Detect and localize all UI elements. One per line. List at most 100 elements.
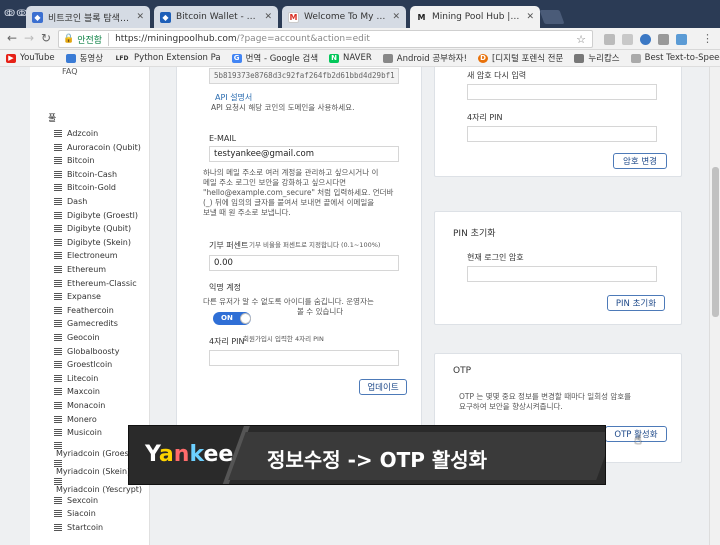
change-password-button[interactable]: 암호 변경 [613,153,667,169]
api-docs-link[interactable]: API 설명서 [215,92,252,103]
kebab-menu-icon[interactable]: ⋮ [702,32,713,45]
bookmark-forensic[interactable]: D [디지털 포렌식 전문 [478,52,563,64]
sidebar-coin-item[interactable]: Monacoin [54,401,105,410]
scrollbar-thumb[interactable] [712,167,719,317]
tab-bitcoin-wallet[interactable]: ◆ Bitcoin Wallet - Blockch ✕ [154,6,278,28]
page-scrollbar[interactable] [709,67,720,545]
api-note: API 요청시 해당 코인의 도메인을 사용하세요. [211,103,355,112]
close-tab-icon[interactable]: ✕ [526,12,534,22]
page-icon [382,53,393,63]
extension-icon[interactable] [604,34,615,45]
pin-field[interactable] [209,350,399,366]
sidebar-coin-item[interactable]: Gamecredits [54,319,118,328]
forward-arrow-icon[interactable]: → [24,31,34,45]
sidebar-coin-item[interactable]: Digibyte (Skein) [54,238,131,247]
sidebar-coin-item[interactable]: Geocoin [54,333,100,342]
folder-icon [65,53,76,63]
bookmark-python-ext[interactable]: LFD Python Extension Pa [114,53,221,63]
sidebar-coin-item[interactable]: Litecoin [54,374,98,383]
pin-reset-button[interactable]: PIN 초기화 [607,295,665,311]
sidebar-coin-item[interactable]: Auroracoin (Qubit) [54,143,141,152]
list-icon [54,402,62,409]
sidebar-coin-item[interactable]: Monero [54,415,97,424]
bookmark-video[interactable]: 동영상 [65,52,103,64]
bookmark-tts[interactable]: Best Text-to-Speech [630,53,720,63]
close-tab-icon[interactable]: ✕ [264,12,272,22]
list-icon [54,415,62,423]
google-icon: G [231,53,242,63]
sidebar-coin-item[interactable]: Digibyte (Qubit) [54,224,131,233]
gmail-icon: M [288,11,299,23]
secure-label: 안전함 [77,32,110,46]
api-key-field[interactable]: 5b819373e8768d3c92faf264fb2d61bbd4d29bf1 [209,68,399,84]
list-icon [54,477,62,485]
sidebar-coin-item[interactable]: Myriadcoin (Groestl) [56,449,137,458]
list-icon [54,496,62,504]
list-icon [54,279,62,287]
password-card: 새 암호 다시 입력 4자리 PIN 암호 변경 [434,67,682,177]
update-button[interactable]: 업데이트 [359,379,407,395]
close-tab-icon[interactable]: ✕ [392,12,400,22]
sidebar-coin-item[interactable]: Bitcoin-Gold [54,183,116,192]
bookmark-android[interactable]: Android 공부하자! [382,52,467,64]
bookmark-naver[interactable]: N NAVER [329,53,372,63]
sidebar-coin-item[interactable]: Expanse [54,292,101,301]
sidebar-coin-item[interactable]: Bitcoin [54,156,94,165]
confirm-password-label: 새 암호 다시 입력 [467,71,527,80]
sidebar-coin-item[interactable]: Groestlcoin [54,360,112,369]
extension-icon[interactable] [622,34,633,45]
address-bar[interactable]: 🔒 안전함 https://miningpoolhub.com/?page=ac… [58,30,593,48]
sidebar-coin-item[interactable]: Musicoin [54,428,102,437]
list-icon [54,334,62,341]
sidebar-coin-item[interactable]: Maxcoin [54,387,100,396]
sidebar-coin-item[interactable]: Feathercoin [54,306,114,315]
youtube-icon: ▶ [6,53,16,63]
sidebar-coin-item[interactable]: Ethereum [54,265,106,274]
sidebar-coin-item[interactable]: Siacoin [54,509,96,518]
extension-icon[interactable] [676,34,687,45]
sidebar-item-faq[interactable]: FAQ [62,67,78,76]
donation-field[interactable]: 0.00 [209,255,399,271]
tab-mining-pool-hub[interactable]: M Mining Pool Hub | Acco ✕ [410,6,540,28]
bookmarks-bar: ▶ YouTube 동영상 LFD Python Extension Pa G 번역 … [0,50,720,67]
password-pin-field[interactable] [467,126,657,142]
sidebar-coin-item[interactable]: Sexcoin [54,496,98,505]
bookmark-star-icon[interactable]: ☆ [576,33,586,46]
bookmark-google-translate[interactable]: G 번역 - Google 검색 [231,52,318,64]
list-icon [54,510,62,518]
bookmark-youtube[interactable]: ▶ YouTube [6,53,55,63]
bookmark-nuricops[interactable]: 누리캅스 [574,52,620,64]
email-help: 하나의 메일 주소로 여러 계정을 관리하고 싶으시거나 이 메일 주소 로그인… [203,168,394,217]
url-text: https://miningpoolhub.com/?page=account&… [115,34,370,44]
extension-icon[interactable] [658,34,669,45]
current-password-field[interactable] [467,266,657,282]
tab-gmail[interactable]: M Welcome To My Wallet ✕ [282,6,406,28]
new-tab-button[interactable] [539,10,565,24]
list-icon [54,170,62,178]
back-arrow-icon[interactable]: ← [7,31,17,45]
sidebar-coin-item[interactable]: Adzcoin [54,129,98,138]
sidebar-coin-item[interactable]: Ethereum-Classic [54,279,137,288]
anonymous-toggle[interactable]: ON [213,312,251,325]
confirm-password-field[interactable] [467,84,657,100]
hand-cursor-icon: ☝ [634,433,642,448]
sidebar-coin-item[interactable]: Globalboosty [54,347,119,356]
email-field[interactable]: testyankee@gmail.com [209,146,399,162]
sidebar-coin-item[interactable]: Electroneum [54,251,118,260]
sidebar-coin-item[interactable]: Dash [54,197,87,206]
extension-icon[interactable] [640,34,651,45]
tab-block-explorer[interactable]: ◆ 비트코인 블록 탐색기 - ✕ [26,6,150,28]
caption-text: 정보수정 -> OTP 활성화 [267,448,488,472]
close-tab-icon[interactable]: ✕ [136,12,144,22]
list-icon [54,143,62,151]
forensic-icon: D [478,53,489,63]
list-icon [54,388,62,396]
sidebar-coin-item[interactable]: Bitcoin-Cash [54,170,117,179]
list-icon [54,347,62,355]
sidebar-coin-item[interactable]: Startcoin [54,523,103,532]
sidebar-coin-item[interactable]: Digibyte (Groestl) [54,211,138,220]
window-menu-icon[interactable]: ↂↂ [4,9,28,19]
reload-icon[interactable]: ↻ [41,31,51,45]
sidebar-coin-item[interactable]: Myriadcoin (Skein) [56,467,130,476]
sidebar-coin-item[interactable]: Myriadcoin (Yescrypt) [56,485,142,494]
